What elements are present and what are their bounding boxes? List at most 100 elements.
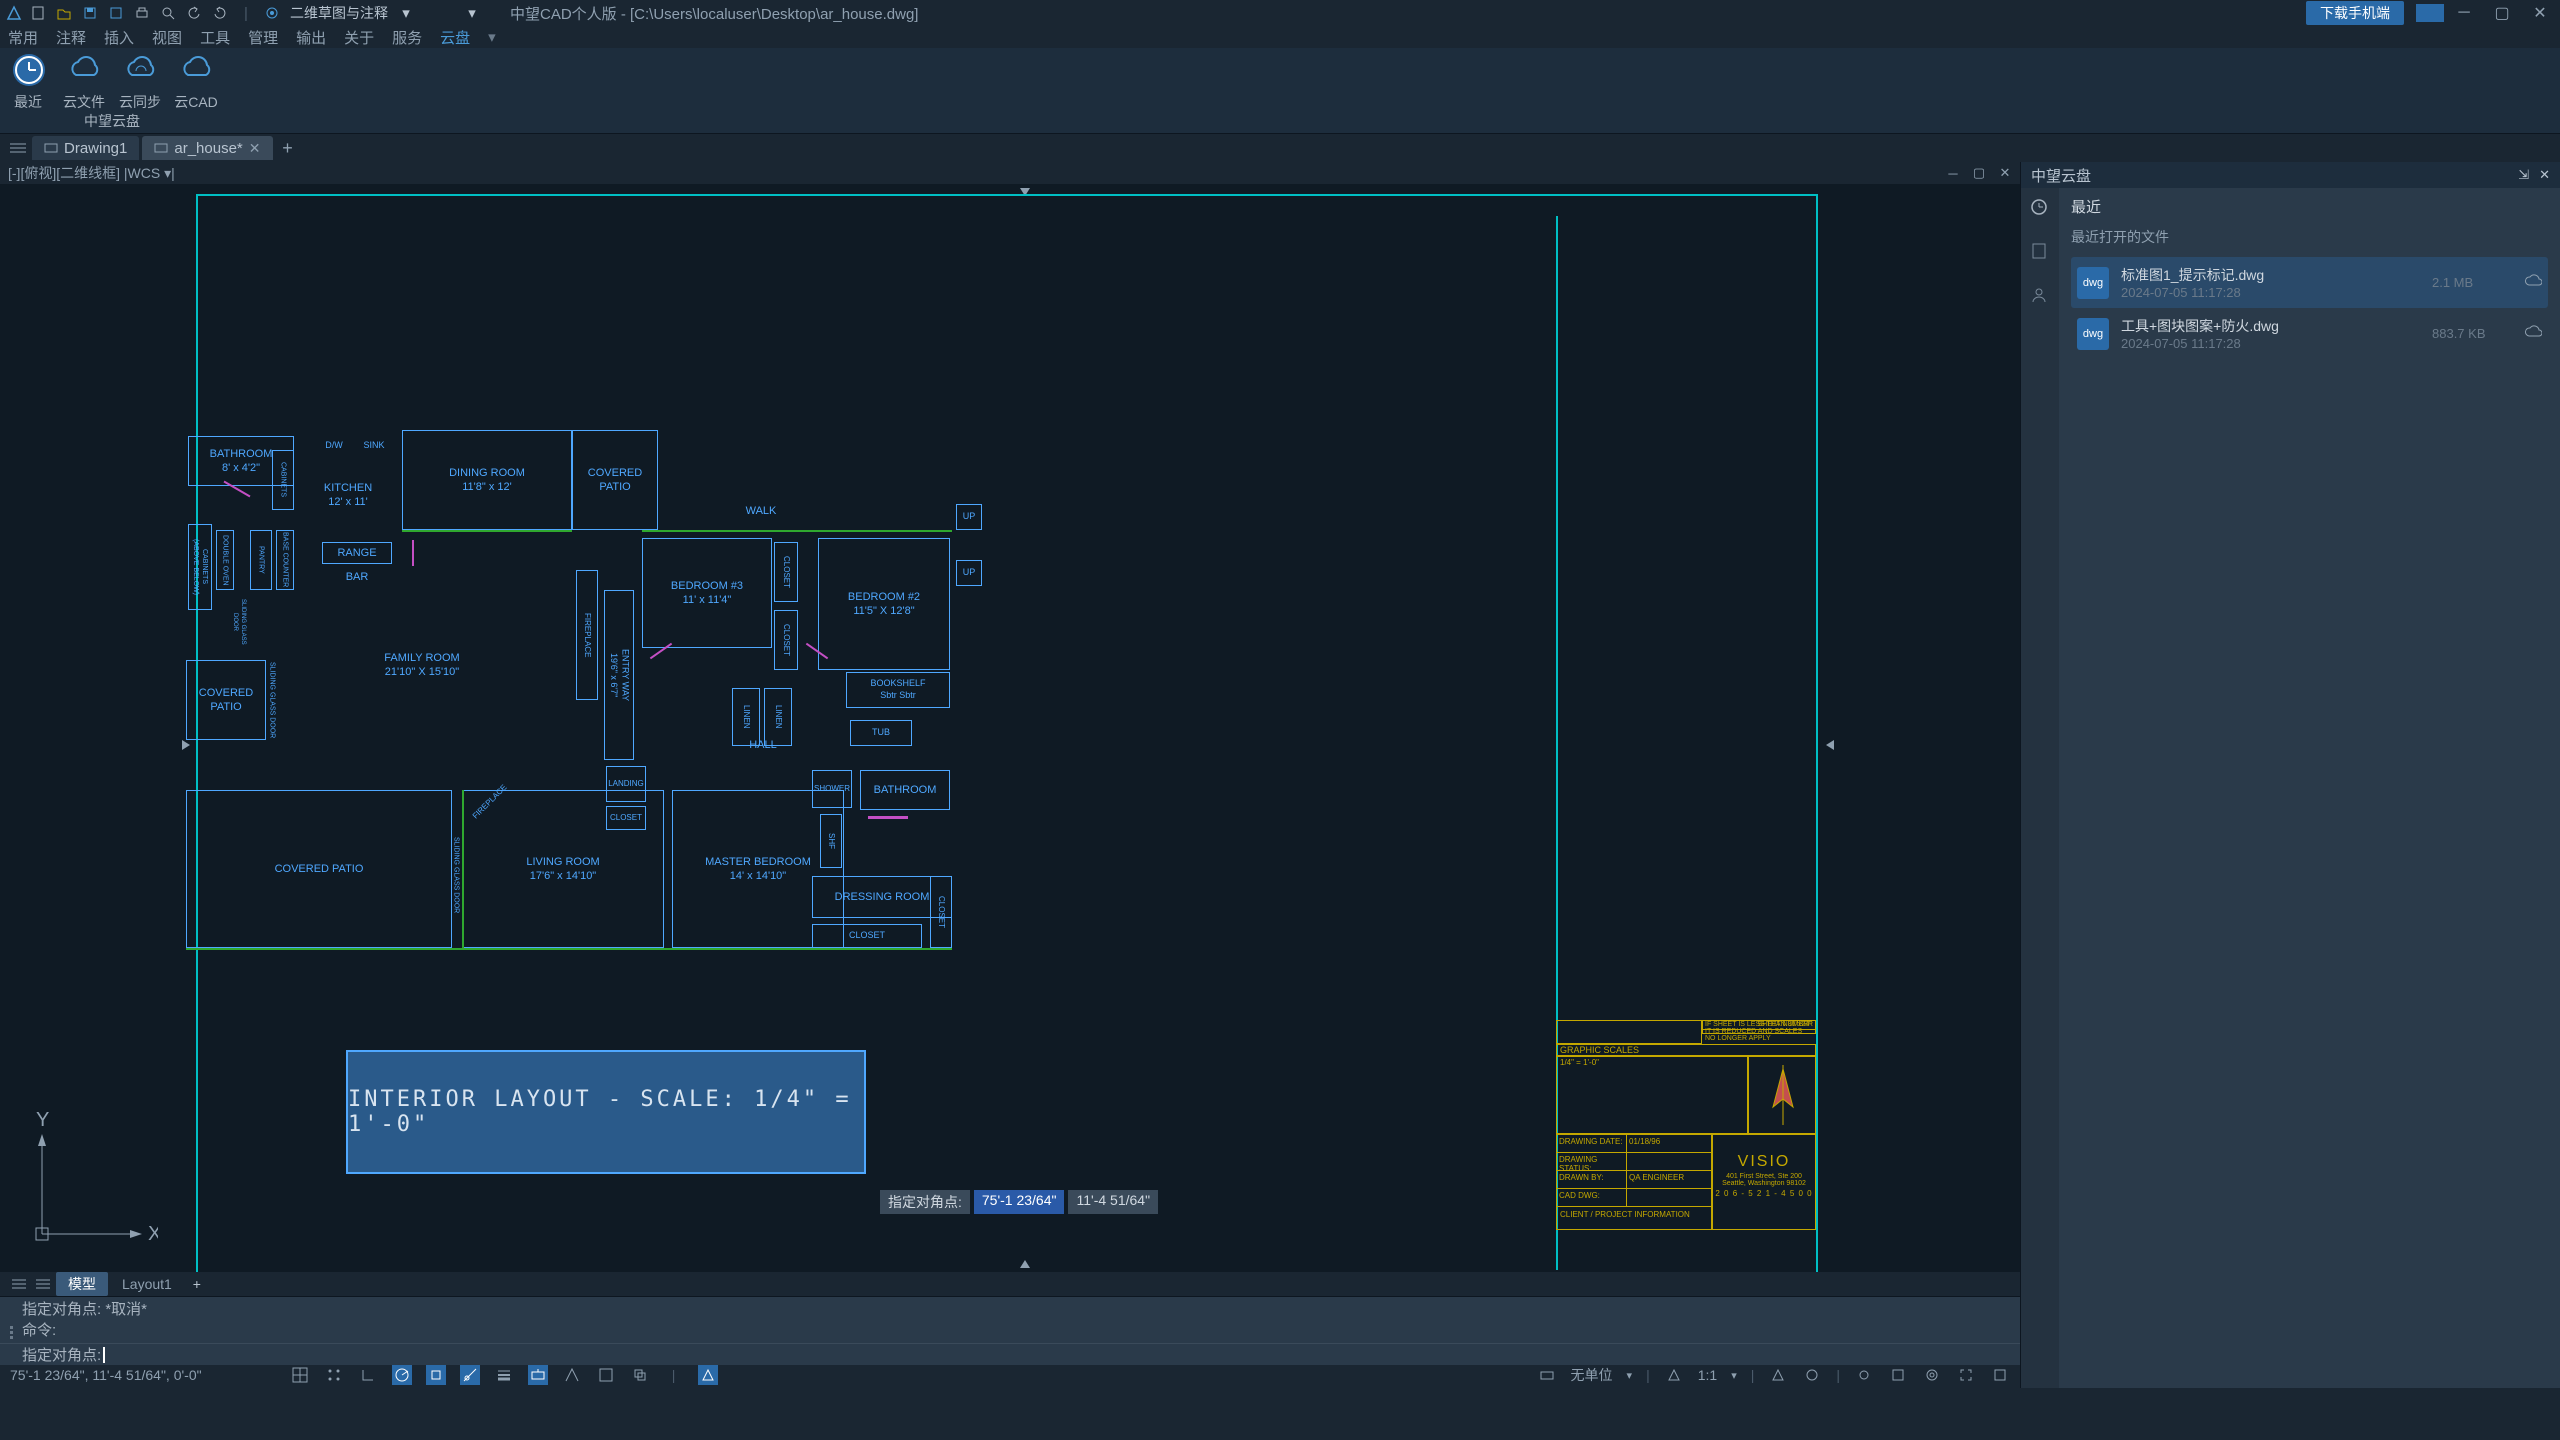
undo-icon[interactable] — [186, 5, 202, 21]
doc-tab-arhouse[interactable]: ar_house* ✕ — [142, 136, 272, 160]
tab-close-icon[interactable]: ✕ — [249, 140, 261, 157]
ribbon-btn-cloud-file[interactable]: 云文件 — [56, 48, 112, 115]
status-grid-icon[interactable] — [290, 1365, 310, 1385]
drawing-canvas[interactable]: IF SHEET IS LESS THAN 36"x24" IT IS REDU… — [0, 184, 2020, 1272]
status-lineweight-icon[interactable] — [494, 1365, 514, 1385]
status-hardware-icon[interactable] — [1888, 1365, 1908, 1385]
cloud-panel-pin-icon[interactable]: ⇲ — [2518, 167, 2529, 183]
cloud-panel: 中望云盘 ⇲ ✕ 最近 最近打开的文件 dwg 标准图1_提示标记.dwg 20… — [2020, 162, 2560, 1388]
download-mobile-button[interactable]: 下载手机端 — [2306, 1, 2404, 25]
status-snap-icon[interactable] — [324, 1365, 344, 1385]
menu-common[interactable]: 常用 — [8, 27, 38, 48]
menu-about[interactable]: 关于 — [344, 27, 374, 48]
menu-annotate[interactable]: 注释 — [56, 27, 86, 48]
saveas-icon[interactable] — [108, 5, 124, 21]
command-line[interactable]: 指定对角点: — [0, 1343, 2020, 1365]
menu-insert[interactable]: 插入 — [104, 27, 134, 48]
minimize-button[interactable]: ─ — [2456, 5, 2472, 21]
status-model-icon[interactable] — [596, 1365, 616, 1385]
menu-tools[interactable]: 工具 — [200, 27, 230, 48]
interior-layout-label: INTERIOR LAYOUT - SCALE: 1/4" = 1'-0" — [346, 1050, 866, 1174]
tb-info-grid: DRAWING DATE:01/18/96 DRAWING STATUS: DR… — [1556, 1134, 1712, 1230]
svg-text:X: X — [148, 1223, 158, 1244]
status-fullscreen-icon[interactable] — [1956, 1365, 1976, 1385]
close-button[interactable]: ✕ — [2532, 5, 2548, 21]
status-otrack-icon[interactable] — [460, 1365, 480, 1385]
status-settings-icon[interactable] — [1922, 1365, 1942, 1385]
ribbon-btn-recent[interactable]: 最近 — [0, 48, 56, 115]
layout-tabs-list-icon[interactable] — [32, 1274, 54, 1294]
cloud-file-item[interactable]: dwg 标准图1_提示标记.dwg 2024-07-05 11:17:28 2.… — [2071, 257, 2548, 308]
room-family: FAMILY ROOM21'10" X 15'10" — [272, 600, 572, 730]
ribbon-btn-cloud-sync[interactable]: 云同步 — [112, 48, 168, 115]
cloud-cad-icon — [178, 52, 214, 88]
menu-expand-icon[interactable]: ▾ — [488, 28, 496, 46]
new-icon[interactable] — [30, 5, 46, 21]
workspace-label[interactable]: 二维草图与注释 — [290, 3, 388, 23]
viewport-close-icon[interactable]: ✕ — [1998, 166, 2012, 180]
status-dyn-icon[interactable] — [528, 1365, 548, 1385]
room-kitchen: KITCHEN12' x 11' — [302, 460, 394, 530]
cloud-panel-close-icon[interactable]: ✕ — [2539, 167, 2550, 183]
cloud-user-icon[interactable] — [2030, 286, 2050, 306]
doc-tabs-menu-icon[interactable] — [4, 136, 32, 160]
viewport-maximize-icon[interactable]: ▢ — [1972, 166, 1986, 180]
cloud-file-item[interactable]: dwg 工具+图块图案+防火.dwg 2024-07-05 11:17:28 8… — [2071, 308, 2548, 359]
status-ortho-icon[interactable] — [358, 1365, 378, 1385]
dyn-coord-y[interactable]: 11'-4 51/64" — [1068, 1190, 1158, 1214]
preview-icon[interactable] — [160, 5, 176, 21]
viewport-minimize-icon[interactable]: ─ — [1946, 166, 1960, 180]
layout-tabs-menu-icon[interactable] — [8, 1274, 30, 1294]
status-unit-icon[interactable] — [1537, 1365, 1557, 1385]
status-dynamic-ucs-icon[interactable] — [562, 1365, 582, 1385]
menu-cloud[interactable]: 云盘 — [440, 27, 470, 48]
add-tab-button[interactable]: + — [276, 136, 300, 160]
save-icon[interactable] — [82, 5, 98, 21]
room-closet3: CLOSET — [812, 924, 922, 948]
add-layout-button[interactable]: + — [186, 1274, 208, 1294]
menu-output[interactable]: 输出 — [296, 27, 326, 48]
view-label-text[interactable]: [-][俯视][二维线框] |WCS ▾| — [8, 163, 175, 183]
open-icon[interactable] — [56, 5, 72, 21]
menu-view[interactable]: 视图 — [152, 27, 182, 48]
cloud-upload-icon[interactable] — [2524, 325, 2542, 343]
menu-manage[interactable]: 管理 — [248, 27, 278, 48]
qat-customize-icon[interactable]: ▾ — [464, 5, 480, 21]
status-ann-visibility-icon[interactable] — [1768, 1365, 1788, 1385]
status-isolate-icon[interactable] — [1854, 1365, 1874, 1385]
layout-tab-model[interactable]: 模型 — [56, 1272, 108, 1296]
menu-service[interactable]: 服务 — [392, 27, 422, 48]
workspace-icon[interactable] — [264, 5, 280, 21]
user-account-button[interactable] — [2416, 4, 2444, 22]
cloud-files-icon[interactable] — [2030, 242, 2050, 262]
ruler-handle-right[interactable] — [1826, 740, 1834, 750]
room-cabinets1: CABINETS(ABOVE BELOW) — [188, 524, 212, 610]
maximize-button[interactable]: ▢ — [2494, 5, 2510, 21]
cmd-drag-handle-icon[interactable] — [4, 1317, 18, 1347]
status-clean-icon[interactable] — [1990, 1365, 2010, 1385]
status-ann-autoscale-icon[interactable] — [1802, 1365, 1822, 1385]
status-unit-text[interactable]: 无单位 — [1571, 1365, 1613, 1385]
room-closet5: CLOSET — [606, 806, 646, 830]
workspace-dropdown-icon[interactable]: ▾ — [398, 5, 414, 21]
redo-icon[interactable] — [212, 5, 228, 21]
dwg-file-icon: dwg — [2077, 267, 2109, 299]
cloud-recent-icon[interactable] — [2030, 198, 2050, 218]
print-icon[interactable] — [134, 5, 150, 21]
status-osnap-icon[interactable] — [426, 1365, 446, 1385]
doc-tab-drawing1[interactable]: Drawing1 — [32, 136, 139, 160]
status-polar-icon[interactable] — [392, 1365, 412, 1385]
status-cycle-icon[interactable] — [630, 1365, 650, 1385]
cloud-upload-icon[interactable] — [2524, 274, 2542, 292]
cloud-content: 最近 最近打开的文件 dwg 标准图1_提示标记.dwg 2024-07-05 … — [2059, 188, 2560, 1388]
dyn-coord-x[interactable]: 75'-1 23/64" — [974, 1190, 1065, 1214]
status-ann-icon[interactable] — [698, 1365, 718, 1385]
room-bookshelf: BOOKSHELFSbtr Sbtr — [846, 672, 950, 708]
status-annoscale-text[interactable]: 1:1 — [1698, 1367, 1717, 1383]
command-history: 指定对角点: *取消* 命令: — [0, 1297, 2020, 1343]
room-bar: BAR — [322, 568, 392, 586]
cloud-recent-label: 最近 — [2071, 196, 2548, 217]
status-annoscale-icon[interactable] — [1664, 1365, 1684, 1385]
ribbon-btn-cloud-cad[interactable]: 云CAD — [168, 48, 224, 115]
layout-tab-layout1[interactable]: Layout1 — [110, 1274, 184, 1294]
